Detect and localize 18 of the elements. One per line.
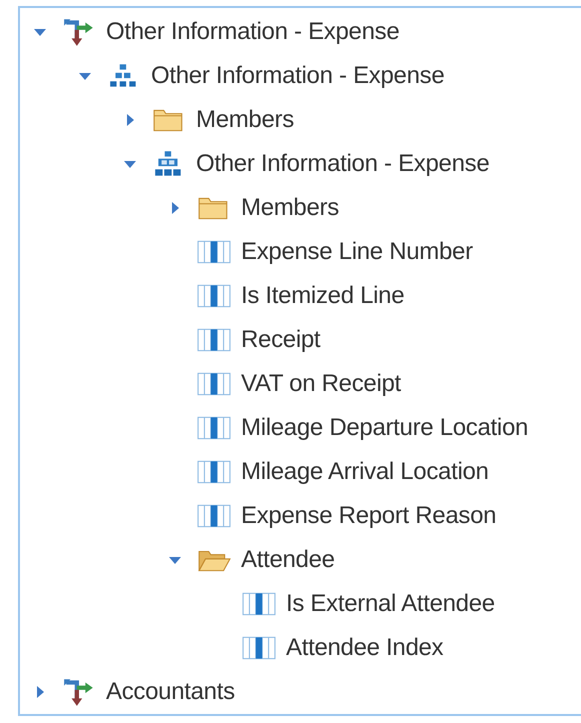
tree-item-label[interactable]: Mileage Arrival Location <box>241 458 489 486</box>
dimension-icon <box>62 17 96 47</box>
tree-item-label[interactable]: Mileage Departure Location <box>241 414 528 442</box>
tree-item-label[interactable]: Members <box>196 106 294 134</box>
tree-item-label[interactable]: Accountants <box>106 678 235 706</box>
tree-item-label[interactable]: Attendee <box>241 546 335 574</box>
tree-item-label[interactable]: Other Information - Expense <box>151 62 444 90</box>
tree-item-label[interactable]: VAT on Receipt <box>241 370 401 398</box>
dimension-icon <box>62 677 96 707</box>
tree-item-label[interactable]: Other Information - Expense <box>196 150 490 178</box>
tree-item-label[interactable]: Other Information - Expense <box>106 18 400 46</box>
tree-item-label[interactable]: Attendee Index <box>286 634 444 662</box>
tree-item-label[interactable]: Is Itemized Line <box>241 282 404 310</box>
tree-item-label[interactable]: Members <box>241 194 339 222</box>
tree-item-label[interactable]: Expense Line Number <box>241 238 473 266</box>
tree-item-label[interactable]: Expense Report Reason <box>241 502 496 530</box>
tree-item-label[interactable]: Receipt <box>241 326 320 354</box>
tree-item-label[interactable]: Is External Attendee <box>286 590 495 618</box>
